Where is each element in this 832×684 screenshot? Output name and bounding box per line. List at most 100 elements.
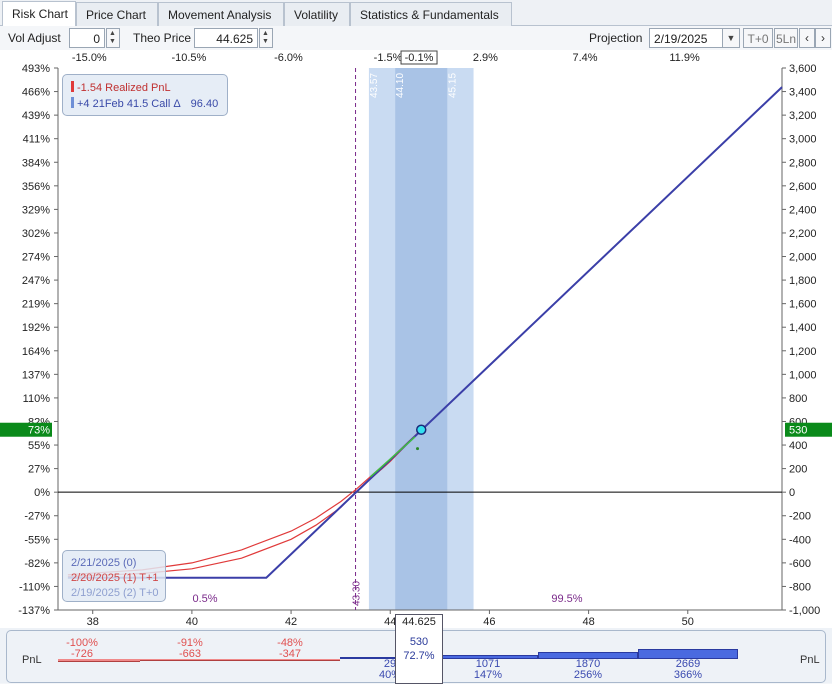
position-swatch [71, 97, 74, 108]
position-text: +4 21Feb 41.5 Call Δ [77, 98, 181, 110]
tab-statistics-fundamentals[interactable]: Statistics & Fundamentals [350, 2, 512, 26]
series-legend-t1: 2/20/2025 (1) T+1 [71, 572, 159, 584]
pnl-cell-pct: 147% [473, 669, 503, 681]
current-price-marker: 44.625 530 72.7% [395, 614, 443, 684]
y-tick-label-right: 200 [789, 464, 807, 476]
theo-price-input[interactable]: 44.625 [194, 28, 258, 48]
realized-pnl-text: -1.54 Realized PnL [77, 82, 171, 94]
y-tick-label-left: -55% [24, 534, 50, 546]
y-tick-label-left: 110% [23, 393, 51, 405]
y-tick-label-right: 3,600 [789, 63, 817, 75]
y-tick-label-right: 2,600 [789, 181, 817, 193]
tab-volatility[interactable]: Volatility [284, 2, 350, 26]
current-right-badge-text: 530 [789, 425, 807, 437]
y-tick-label-right: -1,000 [789, 605, 820, 617]
series-legend-expiry: 2/21/2025 (0) [71, 557, 137, 569]
current-pnl-pct: 72.7% [403, 650, 435, 662]
pct-tick-label: -10.5% [171, 52, 206, 64]
small-dot-marker [416, 447, 420, 451]
y-tick-label-left: 274% [22, 252, 50, 264]
y-tick-label-right: 400 [789, 440, 807, 452]
pct-tick-label: -1.5% [374, 52, 403, 64]
series-legend: 2/21/2025 (0) 2/20/2025 (1) T+1 2/19/202… [62, 550, 166, 602]
y-tick-label-left: 137% [22, 369, 50, 381]
x-tick-label: 42 [285, 616, 297, 628]
pnl-cell-value: -663 [178, 648, 202, 660]
y-tick-label-right: 1,800 [789, 275, 817, 287]
risk-chart[interactable]: 43.57 44.10 45.15 45.68 493% 3,600 466% 3,400 43… [0, 50, 832, 628]
y-tick-label-right: 0 [789, 487, 795, 499]
y-tick-label-left: 384% [22, 157, 50, 169]
breakeven-label: 43.30 [352, 581, 363, 606]
y-tick-label-right: -600 [789, 558, 811, 570]
pnl-label-left: PnL [22, 654, 42, 666]
y-tick-label-left: 192% [22, 322, 50, 334]
pnl-cell-value: 1870 [575, 658, 601, 670]
y-tick-label-left: -137% [18, 605, 50, 617]
y-tick-label-left: 329% [22, 204, 50, 216]
y-tick-label-left: 0% [34, 487, 50, 499]
pnl-table: PnL PnL -100% -726 -91% -663 -48% -347 40% 29 14… [0, 614, 832, 684]
pnl-cell-value: 2669 [675, 658, 701, 670]
tab-risk-chart[interactable]: Risk Chart [2, 1, 76, 27]
prob-right-label: 99.5% [551, 593, 582, 605]
next-arrow-icon[interactable]: › [815, 28, 831, 48]
x-tick-label: 48 [582, 616, 594, 628]
std-band-label: 43.57 [369, 73, 380, 98]
prev-arrow-icon[interactable]: ‹ [799, 28, 815, 48]
y-tick-label-left: 27% [28, 464, 50, 476]
current-left-badge-text: 73% [28, 425, 50, 437]
y-tick-label-right: 3,400 [789, 87, 817, 99]
y-tick-label-left: 439% [22, 110, 50, 122]
pct-tick-label: -15.0% [72, 52, 107, 64]
y-tick-label-right: 3,000 [789, 134, 817, 146]
vol-adjust-label: Vol Adjust [8, 31, 61, 45]
y-tick-label-right: 1,000 [789, 369, 817, 381]
y-tick-label-left: 411% [23, 134, 51, 146]
pnl-cell-pct: 256% [573, 669, 603, 681]
theo-price-label: Theo Price [133, 31, 192, 45]
series-legend-t0: 2/19/2025 (2) T+0 [71, 587, 159, 599]
vol-adjust-input[interactable]: 0 [69, 28, 105, 48]
projection-date-input[interactable]: 2/19/2025 [649, 28, 723, 48]
x-tick-label: 46 [483, 616, 495, 628]
y-tick-label-left: 247% [22, 275, 50, 287]
pct-tick-label: 2.9% [473, 52, 498, 64]
current-price-label: 44.625 [402, 616, 436, 628]
y-tick-label-right: -400 [789, 534, 811, 546]
y-tick-label-left: -110% [19, 581, 50, 593]
theo-price-spinner[interactable]: ▲ ▼ [259, 28, 273, 48]
pnl-cell-value: -726 [70, 648, 94, 660]
y-tick-label-right: -200 [789, 511, 811, 523]
pnl-cell-value: -347 [278, 648, 302, 660]
t0-button[interactable]: T+0 [743, 28, 773, 48]
position-delta: 96.40 [190, 98, 219, 110]
pnl-cell-value: 1071 [475, 658, 501, 670]
y-tick-label-right: 2,400 [789, 204, 817, 216]
std-band-inner [395, 68, 448, 610]
position-row: +4 21Feb 41.5 Call Δ 96.40 [71, 97, 218, 110]
y-tick-label-left: 356% [22, 181, 50, 193]
vol-adjust-spinner[interactable]: ▲ ▼ [106, 28, 120, 48]
y-tick-label-right: 2,800 [789, 157, 817, 169]
tab-movement-analysis[interactable]: Movement Analysis [158, 2, 284, 26]
toolbar: Vol Adjust 0 ▲ ▼ Theo Price 44.625 ▲ ▼ Pro… [0, 26, 832, 50]
pct-tick-label: -0.1% [405, 52, 434, 64]
y-tick-label-left: 493% [22, 63, 50, 75]
tab-bar: Risk Chart Price Chart Movement Analysis… [0, 0, 832, 27]
tab-price-chart[interactable]: Price Chart [76, 2, 158, 26]
std-band-label: 45.15 [447, 73, 458, 98]
y-tick-label-left: 302% [22, 228, 50, 240]
calendar-dropdown-icon[interactable]: ▼ [722, 28, 740, 48]
realized-swatch [71, 81, 74, 92]
ln-button[interactable]: 5Ln [774, 28, 798, 48]
y-tick-label-right: 2,000 [789, 252, 817, 264]
y-tick-label-right: 3,200 [789, 110, 817, 122]
risk-chart-svg[interactable]: 43.57 44.10 45.15 45.68 493% 3,600 466% 3,400 43… [0, 50, 832, 628]
std-band-label: 45.68 [474, 73, 485, 98]
y-tick-label-left: 55% [28, 440, 50, 452]
current-point-marker [415, 424, 427, 435]
x-tick-label: 40 [186, 616, 198, 628]
y-tick-label-right: 1,400 [789, 322, 817, 334]
pnl-cell-pct: 366% [673, 669, 703, 681]
